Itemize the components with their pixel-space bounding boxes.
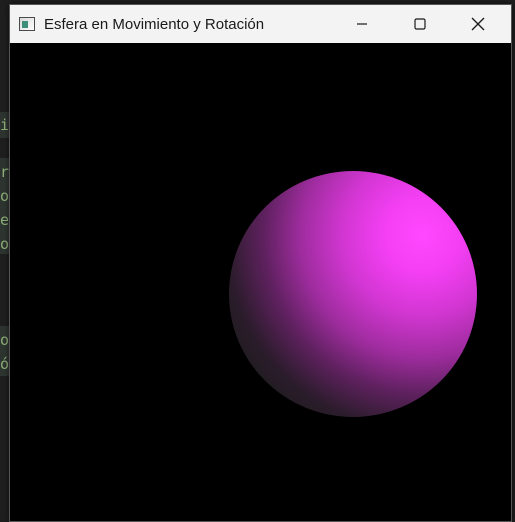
sphere (229, 171, 477, 417)
maximize-button[interactable] (391, 5, 449, 43)
close-icon (471, 17, 485, 31)
title-bar[interactable]: Esfera en Movimiento y Rotación (10, 5, 511, 43)
minimize-button[interactable] (333, 5, 391, 43)
window-title: Esfera en Movimiento y Rotación (44, 15, 265, 33)
maximize-icon (414, 18, 426, 30)
minimize-icon (357, 23, 367, 25)
render-viewport[interactable] (10, 43, 511, 521)
app-icon (19, 17, 35, 31)
close-button[interactable] (449, 5, 507, 43)
app-window: Esfera en Movimiento y Rotación (9, 4, 512, 522)
